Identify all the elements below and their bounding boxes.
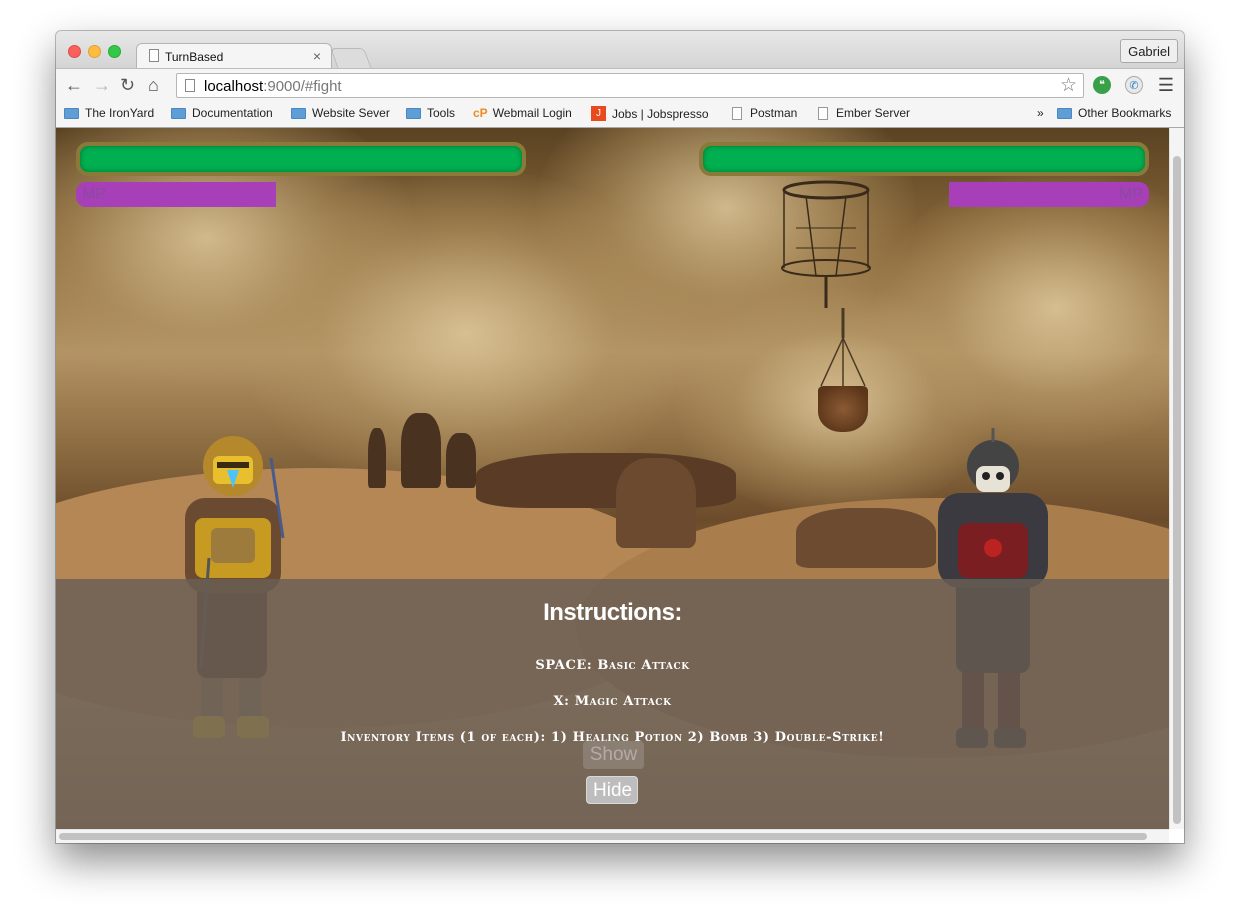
zoom-window-button[interactable]	[108, 45, 121, 58]
bookmark-jobspresso[interactable]: J Jobs | Jobspresso	[591, 106, 709, 121]
browser-tab[interactable]: TurnBased ×	[136, 43, 332, 69]
instructions-panel: Instructions: SPACE: Basic Attack X: Mag…	[56, 579, 1169, 829]
rock-ridge	[476, 453, 736, 508]
phone-extension-icon[interactable]: ✆	[1125, 76, 1143, 94]
vertical-scrollbar[interactable]	[1169, 128, 1184, 829]
profile-button[interactable]: Gabriel	[1120, 39, 1178, 63]
bookmarks-overflow-chevron[interactable]: »	[1037, 106, 1044, 120]
hide-instructions-button[interactable]: Hide	[586, 776, 638, 804]
folder-icon	[406, 107, 421, 119]
address-bar[interactable]: localhost:9000/#fight ☆	[176, 73, 1084, 98]
page-icon	[818, 106, 828, 120]
page-icon	[149, 49, 159, 62]
rock-pillar	[446, 433, 476, 488]
hangouts-extension-icon[interactable]: ❝	[1093, 76, 1111, 94]
close-window-button[interactable]	[68, 45, 81, 58]
folder-icon	[1057, 107, 1072, 119]
rock-pillar	[368, 428, 386, 488]
menu-icon[interactable]: ☰	[1158, 75, 1174, 96]
new-tab-button[interactable]	[330, 48, 372, 69]
horizontal-scroll-thumb[interactable]	[59, 833, 1147, 840]
browser-window: TurnBased × Gabriel ← → ↻ ⌂ localhost:90…	[56, 31, 1184, 843]
bookmark-ember-server[interactable]: Ember Server	[818, 106, 910, 120]
bookmarks-bar: The IronYard Documentation Website Sever…	[56, 101, 1184, 128]
folder-icon	[64, 107, 79, 119]
enemy-hp-bar	[699, 142, 1149, 176]
bookmark-postman[interactable]: Postman	[732, 106, 797, 120]
game-scene: MP MP Instructions: SPACE: Basic Attack …	[56, 128, 1169, 829]
bookmark-documentation[interactable]: Documentation	[171, 106, 273, 120]
balloon-ropes	[820, 308, 866, 387]
vertical-scroll-thumb[interactable]	[1173, 156, 1181, 824]
forward-arrow-icon[interactable]: →	[93, 74, 111, 96]
minimize-window-button[interactable]	[88, 45, 101, 58]
back-arrow-icon[interactable]: ←	[65, 74, 83, 96]
url-text[interactable]: localhost:9000/#fight	[204, 78, 342, 95]
folder-icon	[171, 107, 186, 119]
bookmark-the-ironyard[interactable]: The IronYard	[64, 106, 154, 120]
instructions-title: Instructions:	[543, 599, 682, 626]
bookmark-star-icon[interactable]: ☆	[1060, 74, 1077, 97]
instruction-space-attack: SPACE: Basic Attack	[535, 658, 690, 673]
reload-icon[interactable]: ↻	[120, 74, 135, 96]
horizontal-scrollbar[interactable]	[56, 829, 1169, 843]
jobspresso-icon: J	[591, 106, 606, 121]
balloon-basket	[818, 386, 868, 432]
rock-formation	[796, 508, 936, 568]
close-tab-icon[interactable]: ×	[313, 48, 321, 64]
browser-toolbar: ← → ↻ ⌂ localhost:9000/#fight ☆ ❝ ✆ ☰	[56, 68, 1184, 102]
enemy-mp-bar: MP	[949, 182, 1149, 207]
player-mp-bar: MP	[76, 182, 276, 207]
player-hp-bar	[76, 142, 526, 176]
bookmark-tools[interactable]: Tools	[406, 106, 455, 120]
bookmark-website-sever[interactable]: Website Sever	[291, 106, 390, 120]
tab-title: TurnBased	[165, 50, 224, 64]
page-viewport: MP MP Instructions: SPACE: Basic Attack …	[56, 128, 1184, 843]
instruction-x-magic: X: Magic Attack	[553, 694, 672, 709]
page-icon	[185, 79, 195, 92]
balloon-rigging	[781, 180, 871, 308]
rock-formation	[616, 458, 696, 548]
show-instructions-button[interactable]: Show	[583, 741, 644, 769]
folder-icon	[291, 107, 306, 119]
home-icon[interactable]: ⌂	[148, 74, 159, 96]
bookmark-webmail-login[interactable]: cP Webmail Login	[473, 106, 572, 120]
cpanel-icon: cP	[473, 106, 488, 120]
rock-pillar	[401, 413, 441, 488]
title-bar: TurnBased × Gabriel	[56, 31, 1184, 69]
page-icon	[732, 106, 742, 120]
bookmark-other-bookmarks[interactable]: Other Bookmarks	[1057, 106, 1171, 120]
